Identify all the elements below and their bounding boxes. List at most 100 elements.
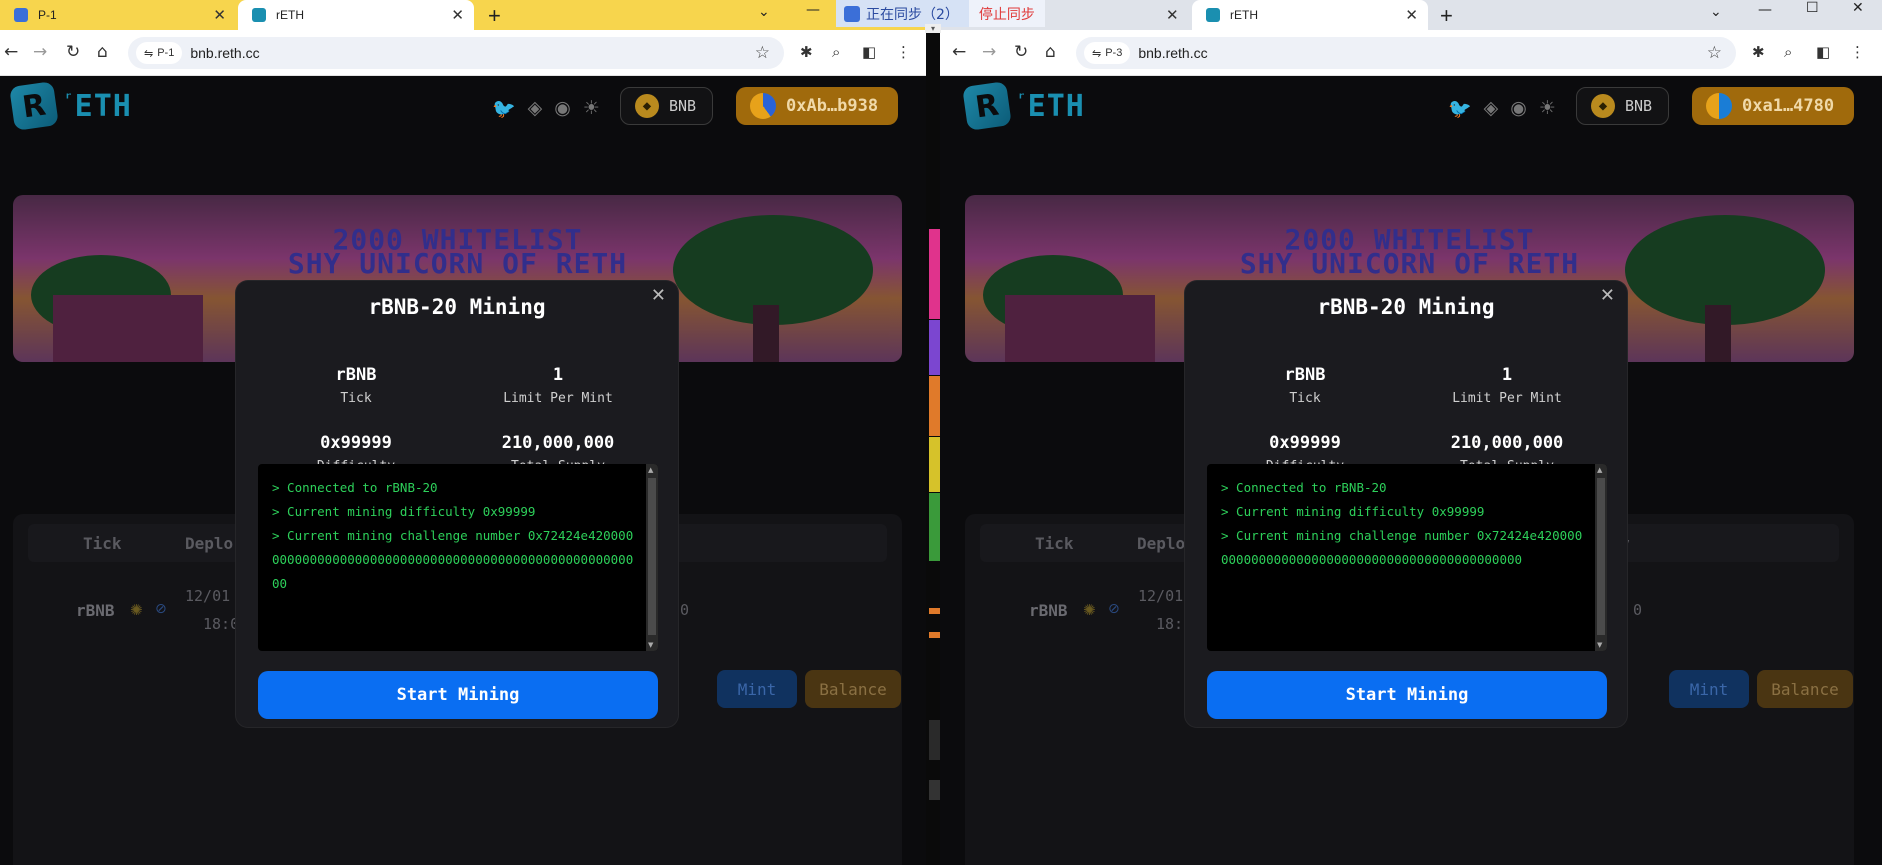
console-line: > Current mining challenge number 0x7242… <box>272 528 634 591</box>
reth-logo[interactable]: R ʳETH <box>9 81 132 131</box>
scroll-up-icon[interactable]: ▲ <box>1597 466 1602 474</box>
mining-console[interactable]: > Connected to rBNB-20 > Current mining … <box>1207 464 1607 651</box>
scrollbar-thumb[interactable] <box>1597 478 1605 635</box>
scroll-up-icon[interactable]: ▲ <box>648 466 653 474</box>
tab-reth[interactable]: rETH ✕ <box>238 0 474 30</box>
close-window-icon[interactable]: ✕ <box>1852 0 1864 16</box>
mining-console[interactable]: > Connected to rBNB-20 > Current mining … <box>258 464 658 651</box>
reth-logo[interactable]: R ʳETH <box>962 81 1085 131</box>
window-divider <box>926 0 940 865</box>
start-mining-button[interactable]: Start Mining <box>1207 671 1607 719</box>
home-icon[interactable]: ⌂ <box>1045 42 1056 62</box>
twitter-icon[interactable]: 🐦 <box>492 97 516 120</box>
row-supply: 0 <box>1633 601 1643 619</box>
divider-color-strip <box>929 720 940 760</box>
balance-button[interactable]: Balance <box>805 670 901 708</box>
console-scrollbar[interactable]: ▲ ▼ <box>646 464 658 651</box>
header-deploy: Deplo <box>1137 534 1186 553</box>
profile-badge[interactable]: ⇋ P-3 <box>1084 42 1131 64</box>
back-icon[interactable]: ← <box>4 42 18 62</box>
wallet-button[interactable]: 0xAb…b938 <box>736 87 899 125</box>
url-field[interactable]: ⇋ P-1 bnb.reth.cc ☆ <box>128 37 784 69</box>
mint-button[interactable]: Mint <box>717 670 797 708</box>
site-info-icon: ⇋ <box>1092 47 1102 60</box>
tab-search-icon[interactable]: ⌄ <box>758 4 770 20</box>
row-tick: rBNB <box>76 601 115 620</box>
url-text: bnb.reth.cc <box>190 45 260 61</box>
limit-label: Limit Per Mint <box>503 391 613 406</box>
tab-search-icon[interactable]: ⌄ <box>1710 4 1722 20</box>
docs-icon[interactable]: ◈ <box>1484 97 1499 120</box>
side-panel-icon[interactable]: ◧ <box>1816 43 1830 61</box>
tab-strip: P-1 ✕ rETH ✕ + ⌄ — <box>0 0 926 30</box>
reth-logo-mark-icon: R <box>962 81 1012 131</box>
back-icon[interactable]: ← <box>952 42 966 62</box>
tick-label: Tick <box>340 391 372 406</box>
menu-icon[interactable]: ⋮ <box>1850 43 1865 61</box>
close-icon[interactable]: ✕ <box>451 6 464 24</box>
link-icon[interactable]: ⊘ <box>155 601 167 617</box>
divider-color-strip <box>929 493 940 561</box>
start-mining-button[interactable]: Start Mining <box>258 671 658 719</box>
forward-icon[interactable]: → <box>33 42 47 62</box>
scroll-down-icon[interactable]: ▼ <box>1597 641 1602 649</box>
stop-sync-button[interactable]: 停止同步 <box>968 0 1045 27</box>
profile-badge[interactable]: ⇋ P-1 <box>136 42 183 64</box>
link-icon[interactable]: ⊘ <box>1108 601 1120 617</box>
zoom-icon[interactable]: ⌕ <box>1784 43 1792 61</box>
minimize-icon[interactable]: — <box>1758 2 1772 18</box>
mining-modal: ✕ rBNB-20 Mining rBNB Tick 1 Limit Per M… <box>236 281 678 727</box>
mint-button[interactable]: Mint <box>1669 670 1749 708</box>
forward-icon[interactable]: → <box>982 42 996 62</box>
syncing-status[interactable]: 正在同步（2） <box>836 0 969 27</box>
modal-title: rBNB-20 Mining <box>1317 295 1495 319</box>
twitter-icon[interactable]: 🐦 <box>1448 97 1472 120</box>
tab-p1[interactable]: P-1 ✕ <box>0 0 236 30</box>
github-icon[interactable]: ◉ <box>554 97 571 120</box>
side-panel-icon[interactable]: ◧ <box>862 43 876 61</box>
new-tab-icon[interactable]: + <box>488 3 501 29</box>
stat-limit: 1 Limit Per Mint <box>458 365 658 406</box>
row-date: 12/01 <box>1138 587 1184 605</box>
site-info-icon: ⇋ <box>144 47 154 60</box>
divider-color-strip <box>929 780 940 800</box>
github-icon[interactable]: ◉ <box>1510 97 1527 120</box>
extensions-icon[interactable]: ✱ <box>1752 43 1765 61</box>
limit-value: 1 <box>1501 365 1513 385</box>
docs-icon[interactable]: ◈ <box>528 97 543 120</box>
tick-label: Tick <box>1289 391 1321 406</box>
wallet-button[interactable]: 0xa1…4780 <box>1692 87 1855 125</box>
menu-icon[interactable]: ⋮ <box>896 43 911 61</box>
home-icon[interactable]: ⌂ <box>97 42 108 62</box>
bnb-coin-icon: ◆ <box>635 94 659 118</box>
reload-icon[interactable]: ↻ <box>1014 42 1028 62</box>
logo-tick-mark: ʳ <box>1017 88 1028 108</box>
new-tab-icon[interactable]: + <box>1440 3 1453 29</box>
theme-toggle-icon[interactable]: ☀ <box>1539 97 1556 120</box>
close-icon[interactable]: ✕ <box>213 6 226 24</box>
close-icon[interactable]: ✕ <box>1166 6 1179 24</box>
minimize-icon[interactable]: — <box>806 2 820 18</box>
wallet-avatar <box>1706 93 1732 119</box>
bookmark-star-icon[interactable]: ☆ <box>755 43 770 63</box>
maximize-icon[interactable]: ☐ <box>1806 0 1819 16</box>
scrollbar-thumb[interactable] <box>648 478 656 635</box>
console-line: > Current mining difficulty 0x99999 <box>272 504 536 519</box>
sync-dropdown-icon[interactable]: ▾ <box>925 24 941 33</box>
zoom-icon[interactable]: ⌕ <box>832 43 840 61</box>
reload-icon[interactable]: ↻ <box>66 42 80 62</box>
bookmark-star-icon[interactable]: ☆ <box>1707 43 1722 63</box>
url-field[interactable]: ⇋ P-3 bnb.reth.cc ☆ <box>1076 37 1736 69</box>
theme-toggle-icon[interactable]: ☀ <box>583 97 600 120</box>
extensions-icon[interactable]: ✱ <box>800 43 813 61</box>
network-button[interactable]: ◆ BNB <box>620 87 714 125</box>
browser-window-left: P-1 ✕ rETH ✕ + ⌄ — ← → ↻ ⌂ ⇋ P-1 bnb.reth… <box>0 0 926 865</box>
tab-reth[interactable]: rETH ✕ <box>1192 0 1428 30</box>
row-date: 12/01 <box>185 587 231 605</box>
supply-value: 210,000,000 <box>1450 433 1564 453</box>
balance-button[interactable]: Balance <box>1757 670 1853 708</box>
console-scrollbar[interactable]: ▲ ▼ <box>1595 464 1607 651</box>
network-button[interactable]: ◆ BNB <box>1576 87 1670 125</box>
scroll-down-icon[interactable]: ▼ <box>648 641 653 649</box>
close-icon[interactable]: ✕ <box>1405 6 1418 24</box>
